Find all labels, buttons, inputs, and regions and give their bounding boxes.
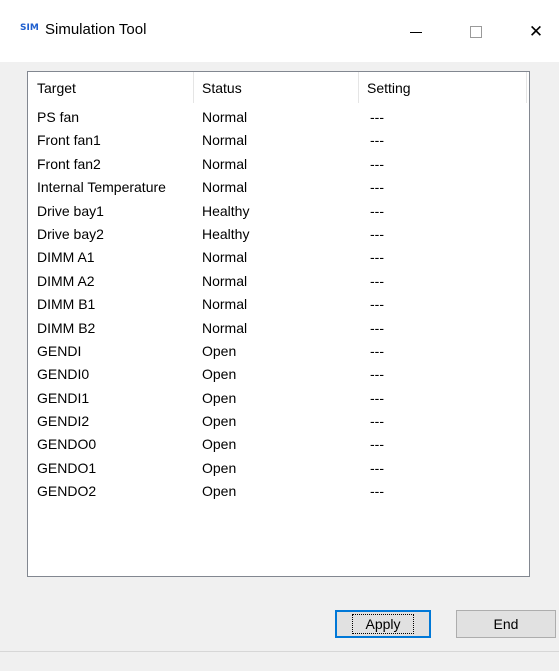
- list-item[interactable]: PS fan Normal ---: [28, 106, 529, 129]
- setting-cell: ---: [370, 366, 384, 383]
- target-cell: DIMM A2: [37, 272, 95, 289]
- status-bar: [0, 651, 559, 671]
- status-cell: Normal: [202, 272, 248, 289]
- end-button[interactable]: End: [456, 610, 556, 638]
- target-cell: GENDI2: [37, 413, 90, 430]
- target-cell: GENDI0: [37, 366, 90, 383]
- setting-cell: ---: [370, 459, 384, 476]
- status-cell: Normal: [202, 132, 248, 149]
- list-item[interactable]: Internal Temperature Normal ---: [28, 176, 529, 199]
- setting-cell: ---: [370, 202, 384, 219]
- list-item[interactable]: GENDI Open ---: [28, 340, 529, 363]
- target-cell: Front fan1: [37, 132, 101, 149]
- target-cell: Drive bay1: [37, 202, 104, 219]
- list-item[interactable]: DIMM A1 Normal ---: [28, 246, 529, 269]
- list-item[interactable]: DIMM B2 Normal ---: [28, 317, 529, 340]
- setting-cell: ---: [370, 436, 384, 453]
- target-cell: DIMM A1: [37, 249, 95, 266]
- column-header-status[interactable]: Status: [193, 72, 358, 103]
- list-item[interactable]: Front fan1 Normal ---: [28, 129, 529, 152]
- list-item[interactable]: GENDI2 Open ---: [28, 410, 529, 433]
- target-cell: GENDI1: [37, 389, 90, 406]
- setting-cell: ---: [370, 483, 384, 500]
- setting-cell: ---: [370, 389, 384, 406]
- setting-cell: ---: [370, 109, 384, 125]
- list-item[interactable]: GENDO2 Open ---: [28, 480, 529, 503]
- maximize-icon: [470, 26, 482, 38]
- status-cell: Normal: [202, 296, 248, 313]
- target-cell: Drive bay2: [37, 225, 104, 242]
- window-title: Simulation Tool: [45, 21, 147, 38]
- column-header-target[interactable]: Target: [28, 72, 193, 103]
- list-item[interactable]: GENDO1 Open ---: [28, 457, 529, 480]
- setting-cell: ---: [370, 132, 384, 149]
- status-cell: Normal: [202, 319, 248, 336]
- target-cell: GENDI: [37, 342, 82, 359]
- target-cell: Internal Temperature: [37, 179, 166, 196]
- list-item[interactable]: GENDI1 Open ---: [28, 387, 529, 410]
- setting-cell: ---: [370, 249, 384, 266]
- list-item[interactable]: Front fan2 Normal ---: [28, 153, 529, 176]
- setting-cell: ---: [370, 179, 384, 196]
- setting-cell: ---: [370, 413, 384, 430]
- setting-cell: ---: [370, 155, 384, 172]
- close-icon: ✕: [528, 22, 544, 42]
- list-item[interactable]: DIMM A2 Normal ---: [28, 270, 529, 293]
- status-cell: Open: [202, 483, 237, 500]
- setting-cell: ---: [370, 225, 384, 242]
- status-cell: Open: [202, 366, 237, 383]
- status-cell: Healthy: [202, 202, 250, 219]
- setting-cell: ---: [370, 296, 384, 313]
- status-cell: Healthy: [202, 225, 250, 242]
- status-cell: Open: [202, 389, 237, 406]
- target-list[interactable]: Target Status Setting PS fan Normal --- Fro…: [27, 71, 530, 577]
- list-item[interactable]: GENDO0 Open ---: [28, 433, 529, 456]
- apply-button-label: Apply: [352, 614, 414, 634]
- list-rows: PS fan Normal --- Front fan1 Normal --- Front …: [28, 106, 529, 504]
- target-cell: Front fan2: [37, 155, 101, 172]
- title-bar[interactable]: SIM Simulation Tool ✕: [0, 0, 559, 62]
- list-item[interactable]: Drive bay1 Healthy ---: [28, 200, 529, 223]
- list-header: Target Status Setting: [28, 72, 529, 103]
- target-cell: GENDO0: [37, 436, 97, 453]
- close-button[interactable]: ✕: [513, 14, 559, 50]
- apply-button[interactable]: Apply: [335, 610, 431, 638]
- status-cell: Open: [202, 436, 237, 453]
- status-cell: Normal: [202, 155, 248, 172]
- setting-cell: ---: [370, 272, 384, 289]
- status-cell: Normal: [202, 179, 248, 196]
- target-cell: DIMM B1: [37, 296, 96, 313]
- status-cell: Normal: [202, 249, 248, 266]
- list-item[interactable]: Drive bay2 Healthy ---: [28, 223, 529, 246]
- minimize-icon: [410, 31, 422, 33]
- target-cell: DIMM B2: [37, 319, 96, 336]
- status-cell: Normal: [202, 109, 248, 125]
- setting-cell: ---: [370, 319, 384, 336]
- target-cell: PS fan: [37, 109, 80, 125]
- target-cell: GENDO1: [37, 459, 97, 476]
- column-header-setting[interactable]: Setting: [358, 72, 526, 103]
- app-icon: SIM: [20, 23, 39, 33]
- status-cell: Open: [202, 342, 237, 359]
- list-item[interactable]: DIMM B1 Normal ---: [28, 293, 529, 316]
- column-divider[interactable]: [526, 72, 527, 103]
- status-cell: Open: [202, 459, 237, 476]
- minimize-button[interactable]: [393, 14, 439, 50]
- status-cell: Open: [202, 413, 237, 430]
- maximize-button[interactable]: [453, 14, 499, 50]
- target-cell: GENDO2: [37, 483, 97, 500]
- list-item[interactable]: GENDI0 Open ---: [28, 363, 529, 386]
- setting-cell: ---: [370, 342, 384, 359]
